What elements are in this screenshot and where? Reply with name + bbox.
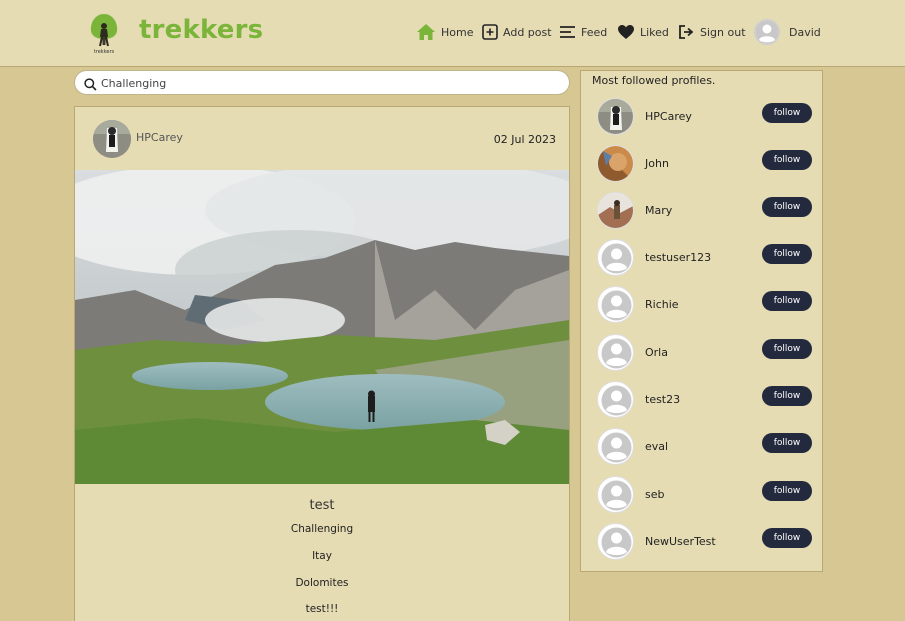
post-title: test: [309, 498, 335, 513]
nav-add-post[interactable]: Add post: [482, 21, 552, 43]
follow-button[interactable]: follow: [762, 339, 812, 359]
profile-name[interactable]: Mary: [645, 204, 672, 217]
search-bar: [74, 70, 570, 95]
logo-caption: trekkers: [93, 49, 115, 55]
profile-row: eval follow: [597, 428, 817, 466]
default-avatar-icon[interactable]: [597, 523, 634, 560]
feed-lines-icon: [559, 24, 576, 40]
nav-feed-label: Feed: [581, 25, 608, 39]
profile-row: test23 follow: [597, 381, 817, 419]
profile-name[interactable]: eval: [645, 440, 668, 453]
profile-row: Orla follow: [597, 334, 817, 372]
user-avatar-icon: [754, 19, 780, 45]
follow-button[interactable]: follow: [762, 291, 812, 311]
search-input[interactable]: [101, 74, 561, 92]
profile-name[interactable]: test23: [645, 393, 680, 406]
default-avatar-icon[interactable]: [597, 476, 634, 513]
nav-liked-label: Liked: [640, 25, 669, 39]
profile-row: testuser123 follow: [597, 239, 817, 277]
post-text-line: Itay: [312, 550, 332, 562]
post-text-line: test!!!: [305, 603, 339, 615]
profile-name[interactable]: testuser123: [645, 251, 711, 264]
follow-button[interactable]: follow: [762, 386, 812, 406]
post-author-name[interactable]: HPCarey: [136, 131, 183, 144]
default-avatar-icon[interactable]: [597, 239, 634, 276]
home-icon: [416, 23, 436, 41]
follow-button[interactable]: follow: [762, 244, 812, 264]
profile-row: John follow: [597, 145, 817, 183]
profile-row: Mary follow: [597, 192, 817, 230]
brand-name[interactable]: trekkers: [139, 15, 263, 45]
post-card: HPCarey 02 Jul 2023 test Challenging Ita…: [74, 106, 570, 621]
profile-avatar[interactable]: [597, 145, 634, 182]
profile-name[interactable]: seb: [645, 488, 664, 501]
follow-button[interactable]: follow: [762, 433, 812, 453]
post-date: 02 Jul 2023: [493, 133, 556, 146]
default-avatar-icon[interactable]: [597, 381, 634, 418]
follow-button[interactable]: follow: [762, 481, 812, 501]
profile-name[interactable]: HPCarey: [645, 110, 692, 123]
search-icon: [84, 76, 97, 95]
sign-out-icon: [678, 24, 695, 40]
profile-row: HPCarey follow: [597, 98, 817, 136]
nav-home[interactable]: Home: [416, 21, 473, 43]
popular-profiles-panel: Most followed profiles. HPCarey follow J…: [580, 70, 823, 572]
profile-avatar[interactable]: [597, 98, 634, 135]
post-text-line: Challenging: [290, 523, 354, 535]
profile-avatar[interactable]: [597, 192, 634, 229]
profile-name[interactable]: Richie: [645, 298, 679, 311]
profile-row: NewUserTest follow: [597, 523, 817, 561]
default-avatar-icon[interactable]: [597, 286, 634, 323]
navbar: trekkers trekkers Home Add post Feed Lik…: [0, 0, 905, 67]
profile-name[interactable]: NewUserTest: [645, 535, 716, 548]
nav-profile[interactable]: David: [754, 18, 821, 46]
profile-name[interactable]: John: [645, 157, 669, 170]
default-avatar-icon[interactable]: [597, 428, 634, 465]
post-author-avatar[interactable]: [93, 120, 131, 158]
post-image[interactable]: [75, 170, 569, 484]
profile-name[interactable]: Orla: [645, 346, 668, 359]
default-avatar-icon[interactable]: [597, 334, 634, 371]
nav-home-label: Home: [441, 25, 474, 39]
post-text-line: Dolomites: [295, 577, 349, 589]
add-square-icon: [482, 24, 498, 40]
nav-add-post-label: Add post: [503, 25, 552, 39]
follow-button[interactable]: follow: [762, 528, 812, 548]
nav-liked[interactable]: Liked: [617, 21, 669, 43]
nav-sign-out[interactable]: Sign out: [678, 21, 746, 43]
follow-button[interactable]: follow: [762, 150, 812, 170]
panel-title: Most followed profiles.: [592, 74, 716, 87]
follow-button[interactable]: follow: [762, 103, 812, 123]
profile-row: Richie follow: [597, 286, 817, 324]
nav-feed[interactable]: Feed: [559, 21, 607, 43]
heart-icon: [617, 24, 635, 40]
nav-user-name: David: [789, 25, 821, 39]
nav-sign-out-label: Sign out: [700, 25, 746, 39]
profile-row: seb follow: [597, 476, 817, 514]
follow-button[interactable]: follow: [762, 197, 812, 217]
